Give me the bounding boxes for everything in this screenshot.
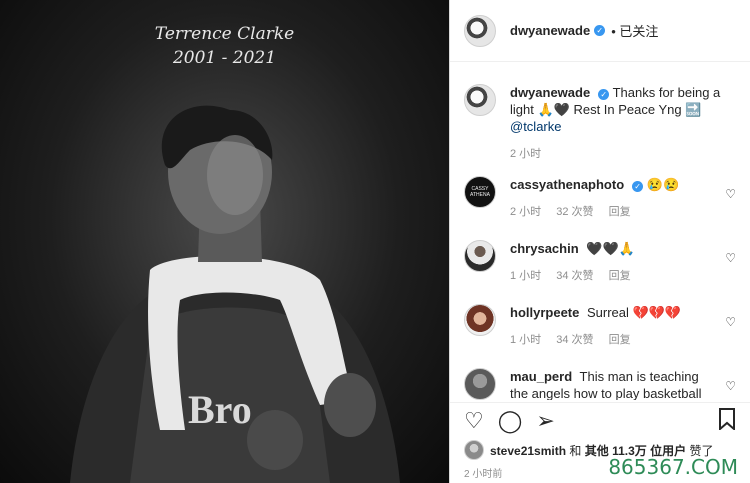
comment-item: mau_perd This man is teaching the angels… xyxy=(464,368,736,400)
jersey-lettering: Bro xyxy=(188,387,252,432)
comment-text: 🖤🖤🙏 xyxy=(586,241,635,256)
post-caption: dwyanewade ✓ Thanks for being a light 🙏🖤 … xyxy=(464,84,736,161)
commenter-avatar[interactable] xyxy=(464,304,496,336)
comment-item: chrysachin 🖤🖤🙏 1 小时 34 次赞 回复 ♡ xyxy=(464,240,736,283)
comment-icon[interactable]: ◯ xyxy=(498,409,523,432)
commenter-avatar[interactable] xyxy=(464,240,496,272)
comment-like-heart-icon[interactable]: ♡ xyxy=(725,316,736,328)
memorial-years: 2001 - 2021 xyxy=(172,48,277,68)
caption-username[interactable]: dwyanewade xyxy=(510,85,590,100)
commenter-avatar[interactable] xyxy=(464,368,496,400)
comment-text: Surreal 💔💔💔 xyxy=(586,305,682,320)
caption-time: 2 小时 xyxy=(510,148,542,160)
liker-avatar[interactable] xyxy=(464,440,484,460)
verified-badge-icon: ✓ xyxy=(632,181,644,192)
bookmark-icon[interactable] xyxy=(718,407,736,434)
post-timestamp: 2 小时前 xyxy=(464,469,503,480)
post-header: dwyanewade ✓ • 已关注 xyxy=(450,0,750,62)
comment-text: 😢😢 xyxy=(646,177,680,192)
commenter-username[interactable]: chrysachin xyxy=(510,241,579,256)
verified-badge-icon: ✓ xyxy=(594,25,606,36)
comments-list[interactable]: dwyanewade ✓ Thanks for being a light 🙏🖤 … xyxy=(450,70,750,400)
commenter-username[interactable]: cassyathenaphoto xyxy=(510,177,624,192)
comment-like-heart-icon[interactable]: ♡ xyxy=(725,188,736,200)
avatar-logo-text: CASSY ATHENA xyxy=(470,186,490,198)
instagram-post: Terrence Clarke 2001 - 2021 Bro dwyanewa… xyxy=(0,0,750,483)
reply-button[interactable]: 回复 xyxy=(609,206,631,218)
comment-time: 1 小时 xyxy=(510,270,542,282)
comment-like-heart-icon[interactable]: ♡ xyxy=(725,380,736,392)
comment-likes[interactable]: 34 次赞 xyxy=(556,270,593,282)
caption-avatar[interactable] xyxy=(464,84,496,116)
site-watermark: 865367.COM xyxy=(608,455,738,479)
author-username[interactable]: dwyanewade xyxy=(510,23,590,38)
author-avatar[interactable] xyxy=(464,14,496,47)
commenter-username[interactable]: mau_perd xyxy=(510,369,572,384)
comment-likes[interactable]: 32 次赞 xyxy=(556,206,593,218)
reply-button[interactable]: 回复 xyxy=(609,334,631,346)
caption-mention[interactable]: @tclarke xyxy=(510,119,562,134)
share-icon[interactable]: ➢ xyxy=(536,409,554,432)
likes-connector: 和 xyxy=(569,443,582,458)
comment-time: 1 小时 xyxy=(510,334,542,346)
action-bar: ♡ ◯ ➢ xyxy=(450,402,750,438)
comment-likes[interactable]: 34 次赞 xyxy=(556,334,593,346)
commenter-avatar[interactable]: CASSY ATHENA xyxy=(464,176,496,208)
verified-badge-icon: ✓ xyxy=(598,89,610,100)
follow-status[interactable]: • 已关注 xyxy=(611,21,658,40)
memorial-name: Terrence Clarke xyxy=(154,24,295,44)
post-photo[interactable]: Terrence Clarke 2001 - 2021 Bro xyxy=(0,0,449,483)
commenter-username[interactable]: hollyrpeete xyxy=(510,305,579,320)
comment-time: 2 小时 xyxy=(510,206,542,218)
heart-outline-icon[interactable]: ♡ xyxy=(464,409,484,432)
post-sidebar: dwyanewade ✓ • 已关注 dwyanewade ✓ Thanks fo… xyxy=(449,0,750,483)
comment-item: hollyrpeete Surreal 💔💔💔 1 小时 34 次赞 回复 ♡ xyxy=(464,304,736,347)
reply-button[interactable]: 回复 xyxy=(609,270,631,282)
comment-like-heart-icon[interactable]: ♡ xyxy=(725,252,736,264)
comment-item: CASSY ATHENA cassyathenaphoto ✓ 😢😢 2 小时 3… xyxy=(464,176,736,219)
liker-username[interactable]: steve21smith xyxy=(490,444,566,458)
